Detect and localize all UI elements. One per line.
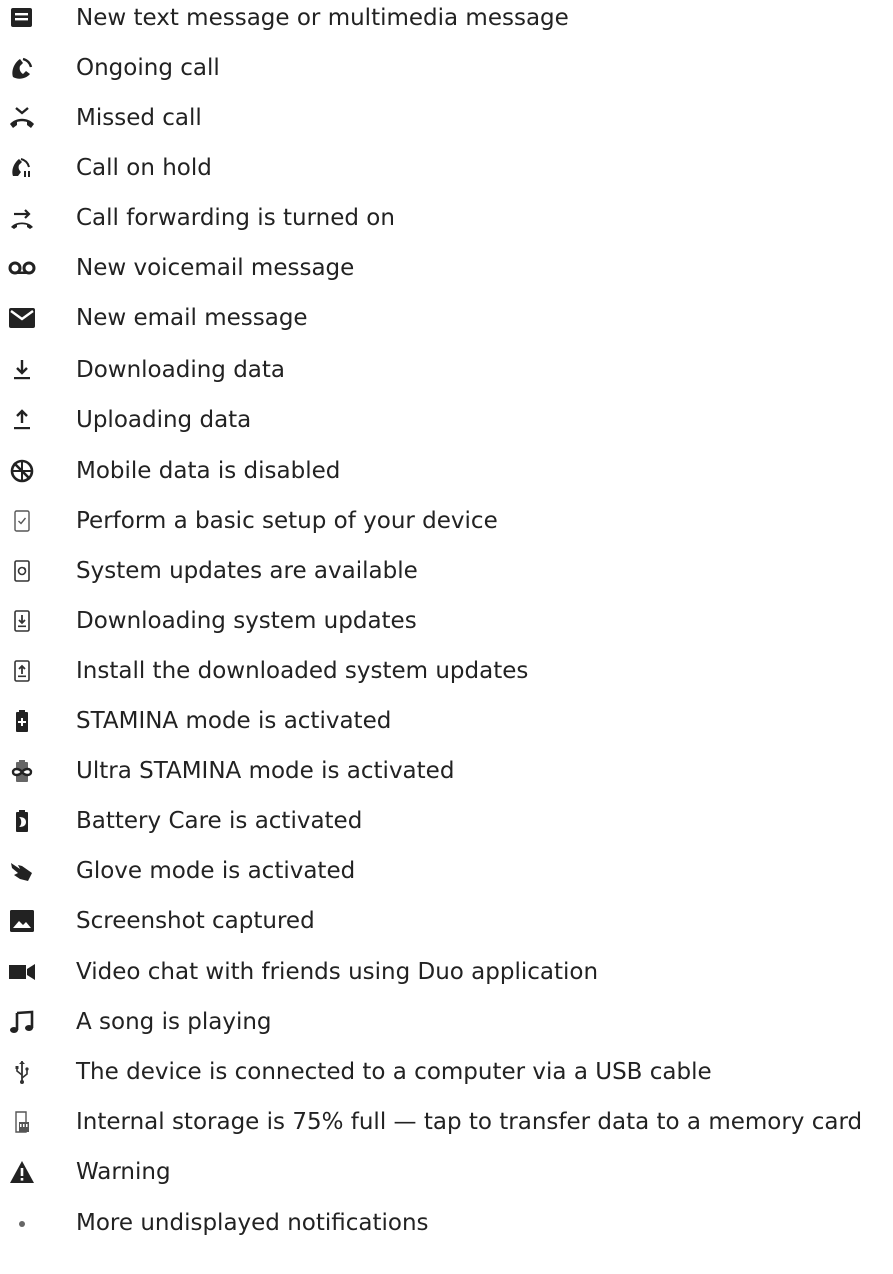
setup-icon bbox=[8, 507, 36, 535]
list-item-label: Downloading data bbox=[76, 357, 286, 383]
list-item: The device is connected to a computer vi… bbox=[0, 1054, 893, 1090]
stamina-icon bbox=[8, 707, 36, 735]
list-item: Internal storage is 75% full — tap to tr… bbox=[0, 1104, 893, 1140]
list-item: Ultra STAMINA mode is activated bbox=[0, 753, 893, 789]
list-item-label: Call on hold bbox=[76, 155, 212, 181]
message-icon bbox=[8, 4, 36, 32]
video-chat-icon bbox=[8, 958, 36, 986]
list-item-label: Video chat with friends using Duo applic… bbox=[76, 959, 599, 985]
list-item: Downloading system updates bbox=[0, 603, 893, 639]
list-item-label: Install the downloaded system updates bbox=[76, 658, 529, 684]
list-item: Uploading data bbox=[0, 402, 893, 438]
system-update-download-icon bbox=[8, 607, 36, 635]
list-item: A song is playing bbox=[0, 1004, 893, 1040]
list-item: Video chat with friends using Duo applic… bbox=[0, 954, 893, 990]
screenshot-icon bbox=[8, 907, 36, 935]
list-item: Warning bbox=[0, 1154, 893, 1190]
list-item: More undisplayed notifications bbox=[0, 1205, 893, 1241]
list-item: System updates are available bbox=[0, 553, 893, 589]
system-update-icon bbox=[8, 557, 36, 585]
system-update-install-icon bbox=[8, 657, 36, 685]
list-item-label: STAMINA mode is activated bbox=[76, 708, 392, 734]
list-item: STAMINA mode is activated bbox=[0, 703, 893, 739]
list-item-label: New text message or multimedia message bbox=[76, 5, 569, 31]
list-item: Ongoing call bbox=[0, 50, 893, 86]
upload-icon bbox=[8, 406, 36, 434]
list-item-label: Missed call bbox=[76, 105, 202, 131]
storage-icon bbox=[8, 1108, 36, 1136]
list-item: Call on hold bbox=[0, 150, 893, 186]
usb-icon bbox=[8, 1058, 36, 1086]
list-item-label: Internal storage is 75% full — tap to tr… bbox=[76, 1109, 863, 1135]
list-item-label: Ongoing call bbox=[76, 55, 220, 81]
list-item-label: The device is connected to a computer vi… bbox=[76, 1059, 712, 1085]
download-icon bbox=[8, 356, 36, 384]
list-item: Missed call bbox=[0, 100, 893, 136]
battery-care-icon bbox=[8, 807, 36, 835]
mobile-data-disabled-icon bbox=[8, 457, 36, 485]
list-item: New voicemail message bbox=[0, 250, 893, 286]
call-hold-icon bbox=[8, 154, 36, 182]
list-item: Screenshot captured bbox=[0, 903, 893, 939]
list-item: Install the downloaded system updates bbox=[0, 653, 893, 689]
list-item: New text message or multimedia message bbox=[0, 0, 893, 36]
list-item: Glove mode is activated bbox=[0, 853, 893, 889]
list-item-label: Mobile data is disabled bbox=[76, 458, 341, 484]
music-note-icon bbox=[8, 1008, 36, 1036]
list-item-label: Ultra STAMINA mode is activated bbox=[76, 758, 455, 784]
list-item-label: A song is playing bbox=[76, 1009, 272, 1035]
list-item-label: System updates are available bbox=[76, 558, 418, 584]
list-item: New email message bbox=[0, 300, 893, 336]
missed-call-icon bbox=[8, 104, 36, 132]
list-item-label: Uploading data bbox=[76, 407, 252, 433]
list-item-label: Call forwarding is turned on bbox=[76, 205, 395, 231]
list-item: Mobile data is disabled bbox=[0, 453, 893, 489]
email-icon bbox=[8, 304, 36, 332]
list-item-label: New voicemail message bbox=[76, 255, 355, 281]
list-item-label: Perform a basic setup of your device bbox=[76, 508, 498, 534]
list-item-label: Warning bbox=[76, 1159, 171, 1185]
list-item: Downloading data bbox=[0, 352, 893, 388]
list-item: Battery Care is activated bbox=[0, 803, 893, 839]
list-item-label: More undisplayed notifications bbox=[76, 1210, 429, 1236]
list-item: Perform a basic setup of your device bbox=[0, 503, 893, 539]
list-item-label: Screenshot captured bbox=[76, 908, 315, 934]
ongoing-call-icon bbox=[8, 54, 36, 82]
voicemail-icon bbox=[8, 254, 36, 282]
list-item: Call forwarding is turned on bbox=[0, 200, 893, 236]
list-item-label: Battery Care is activated bbox=[76, 808, 363, 834]
warning-icon bbox=[8, 1158, 36, 1186]
list-item-label: New email message bbox=[76, 305, 308, 331]
list-item-label: Glove mode is activated bbox=[76, 858, 356, 884]
glove-mode-icon bbox=[8, 857, 36, 885]
more-notifications-icon bbox=[8, 1209, 36, 1237]
list-item-label: Downloading system updates bbox=[76, 608, 417, 634]
ultra-stamina-icon bbox=[8, 757, 36, 785]
call-forward-icon bbox=[8, 204, 36, 232]
